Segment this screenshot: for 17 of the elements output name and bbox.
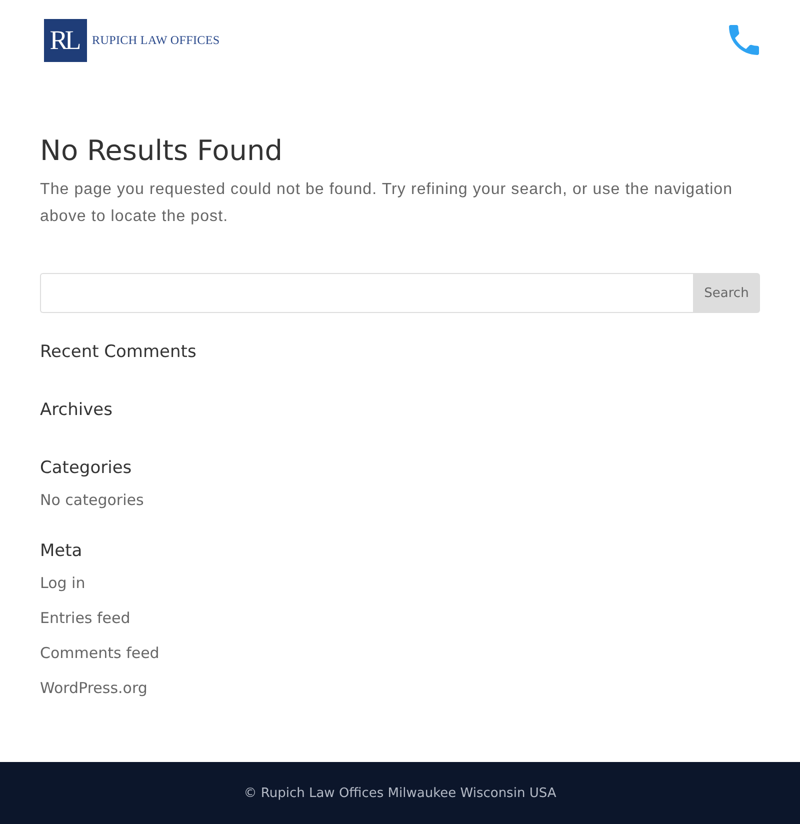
widget-link[interactable]: WordPress.org xyxy=(40,679,148,697)
widget-title: Meta xyxy=(40,540,84,563)
widget-item: No categories xyxy=(40,491,144,509)
widget-link[interactable]: Comments feed xyxy=(40,644,160,662)
widget-title: Recent Comments xyxy=(40,341,198,364)
page-title: No Results Found xyxy=(40,133,284,169)
widget-title: Categories xyxy=(40,457,133,480)
not-found-message: The page you requested could not be found. Try refining your search, or use the navigation above to locate the post. xyxy=(40,180,734,227)
widget-link[interactable]: Log in xyxy=(40,574,86,592)
search-field[interactable] xyxy=(40,273,693,313)
search-button[interactable]: Search xyxy=(693,273,760,313)
phone-icon[interactable] xyxy=(729,25,759,55)
logo-text[interactable]: RUPICH LAW OFFICES xyxy=(92,32,220,48)
logo-monogram[interactable]: RL xyxy=(44,18,87,62)
copyright-text: © Rupich Law Offices Milwaukee Wisconsin USA xyxy=(244,786,556,800)
widget-link[interactable]: Entries feed xyxy=(40,609,130,627)
widget-title: Archives xyxy=(40,399,114,422)
